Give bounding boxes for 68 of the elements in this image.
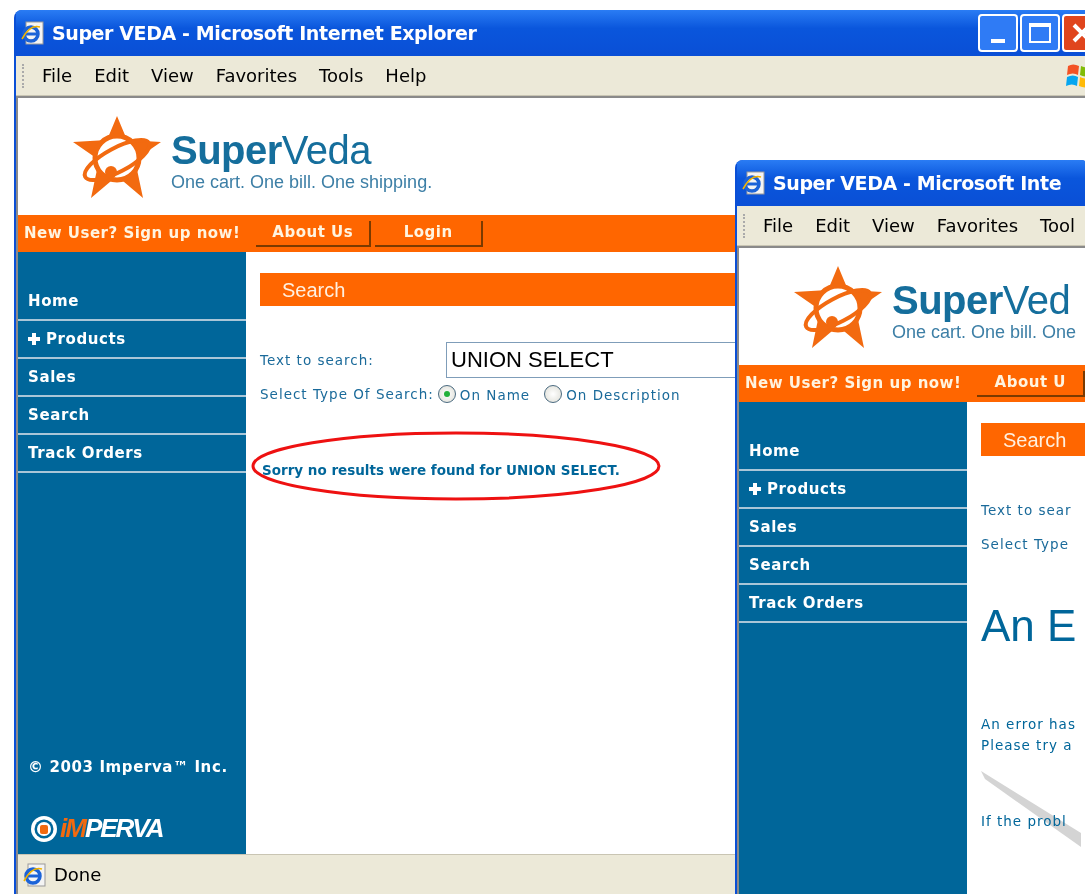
sidebar-label: Home [749, 440, 801, 462]
radio-checked[interactable] [437, 385, 456, 403]
error-text: An error has [981, 715, 1077, 734]
radio-unchecked[interactable] [544, 385, 563, 403]
sidebar-label: Search [749, 554, 811, 576]
search-type-label: Select Type Of Search: [260, 384, 434, 404]
menu-item[interactable]: Tool [1040, 212, 1075, 239]
search-field[interactable]: UNION SELECT [446, 342, 736, 378]
sidebar-item[interactable]: Sales [18, 359, 246, 397]
sidebar-label: Home [28, 290, 80, 312]
section-title: Search [1003, 427, 1067, 453]
imperva-logo-icon [30, 814, 58, 843]
browser-icon [741, 170, 767, 196]
imperva-logo: iMPERVA [60, 812, 163, 845]
menu-item[interactable]: Favorites [215, 62, 297, 89]
window-title: Super VEDA - Microsoft Inte [773, 170, 1062, 196]
sidebar-item[interactable]: Home [739, 433, 967, 471]
sidebar-label: Track Orders [28, 442, 143, 464]
sidebar-item[interactable]: Search [18, 397, 246, 435]
menu-item[interactable]: File [42, 62, 73, 89]
browser-icon [20, 20, 46, 46]
menu-item[interactable]: Tools [319, 62, 364, 89]
menu-item[interactable]: View [151, 62, 194, 89]
error-text: Please try a [981, 736, 1074, 755]
radio-option[interactable]: On Name [437, 382, 531, 406]
sidebar-item[interactable]: Products [18, 321, 246, 359]
radio-option[interactable]: On Description [544, 382, 681, 406]
menu-item[interactable]: Favorites [936, 212, 1018, 239]
sidebar-label: Products [46, 328, 126, 350]
menu-item[interactable]: Help [385, 62, 427, 89]
sidebar-item[interactable]: Home [18, 283, 246, 321]
sidebar-label: Search [28, 404, 90, 426]
menu-item[interactable]: Edit [94, 62, 129, 89]
tagline: One cart. One bill. One [892, 321, 1077, 342]
plus-icon [749, 483, 761, 495]
sidebar-item[interactable]: Search [739, 547, 967, 585]
maximize-icon [1029, 23, 1051, 43]
menu-item[interactable]: File [763, 212, 794, 239]
search-label: Text to search: [260, 350, 375, 370]
no-results-message: Sorry no results were found for UNION SELECT. [262, 462, 620, 478]
menu-item[interactable]: View [872, 212, 915, 239]
sidebar-item[interactable]: Products [739, 471, 967, 509]
search-type-label: Select Type [981, 534, 1069, 554]
minimize-button[interactable] [978, 14, 1018, 52]
error-heading: An E [981, 600, 1078, 652]
status-text: Done [54, 863, 102, 887]
sidebar-label: Sales [28, 366, 77, 388]
sidebar-label: Sales [749, 516, 798, 538]
sidebar-item[interactable]: Track Orders [739, 585, 967, 623]
error-note: If the probl [981, 813, 1067, 829]
search-label: Text to sear [981, 500, 1073, 520]
copyright-text: © 2003 Imperva™ Inc. [27, 758, 229, 777]
brand-name: SuperVeda [171, 127, 373, 172]
section-title: Search [282, 277, 346, 303]
minimize-icon [991, 39, 1005, 43]
menu-item[interactable]: Edit [815, 212, 850, 239]
sidebar-item[interactable]: Track Orders [18, 435, 246, 473]
sidebar-item[interactable]: Sales [739, 509, 967, 547]
sidebar-label: Products [767, 478, 847, 500]
tagline: One cart. One bill. One shipping. [171, 171, 433, 192]
brand-name: SuperVed [892, 277, 1072, 322]
plus-icon [28, 333, 40, 345]
radio-label: On Description [566, 386, 681, 406]
sidebar-label: Track Orders [749, 592, 864, 614]
window-title: Super VEDA - Microsoft Internet Explorer [52, 20, 477, 46]
browser-icon [22, 861, 48, 888]
radio-label: On Name [459, 386, 531, 406]
maximize-button[interactable] [1020, 14, 1060, 52]
